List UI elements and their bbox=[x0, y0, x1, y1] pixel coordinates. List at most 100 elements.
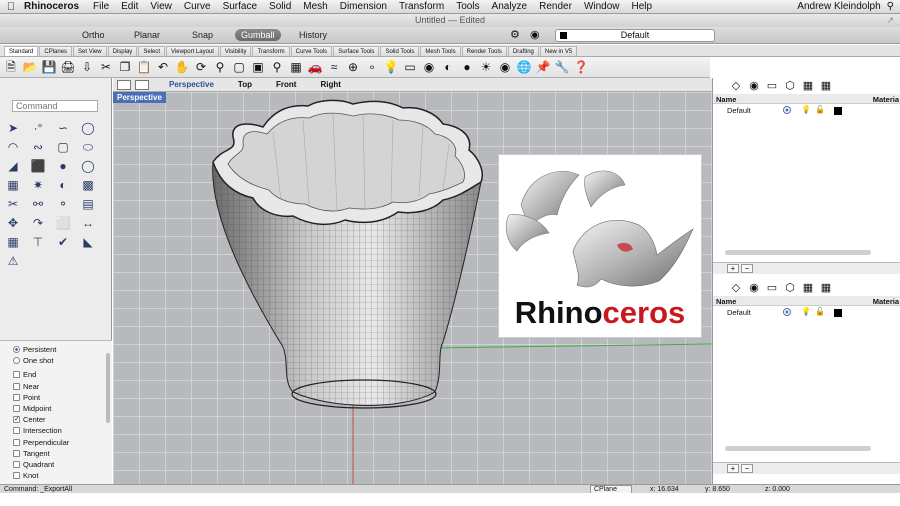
fillet-icon[interactable]: ↷ bbox=[29, 215, 47, 231]
tangent-checkbox[interactable] bbox=[13, 449, 20, 457]
fullscreen-icon[interactable]: ↗ bbox=[886, 14, 894, 27]
arc-icon[interactable]: ◠ bbox=[4, 139, 22, 155]
layers-scrollbar-2[interactable] bbox=[725, 446, 871, 451]
tab-cplanes[interactable]: CPlanes bbox=[39, 46, 73, 56]
remove-layer-button[interactable]: − bbox=[741, 264, 753, 273]
tab-visibility[interactable]: Visibility bbox=[219, 46, 252, 56]
tab-standard[interactable]: Standard bbox=[4, 46, 39, 56]
osnap-perpendicular[interactable]: Perpendicular bbox=[0, 437, 112, 448]
spotlight-search-icon[interactable]: ⚲ bbox=[887, 1, 894, 12]
gumball-toggle[interactable]: Gumball bbox=[235, 29, 281, 41]
polyline-icon[interactable]: ∽ bbox=[54, 120, 72, 136]
tab-curve-tools[interactable]: Curve Tools bbox=[290, 46, 333, 56]
extrude-icon[interactable]: ▦ bbox=[4, 177, 22, 193]
viewport-label[interactable]: Perspective bbox=[113, 92, 166, 103]
name-column-header-2[interactable]: Name bbox=[716, 297, 736, 306]
menu-edit[interactable]: Edit bbox=[115, 1, 144, 12]
current-layer-dropdown[interactable]: Default bbox=[555, 29, 715, 42]
toolbox-icon[interactable]: 🔧 bbox=[554, 59, 570, 75]
surface-patch-icon[interactable]: ◢ bbox=[4, 158, 22, 174]
ellipse-icon[interactable]: ⬭ bbox=[79, 139, 97, 155]
rectangle-icon[interactable]: ▢ bbox=[54, 139, 72, 155]
properties-panel-icon-2[interactable]: ◉ bbox=[748, 282, 760, 294]
add-layer-button[interactable]: + bbox=[727, 264, 739, 273]
help-icon[interactable]: ❓ bbox=[573, 59, 589, 75]
osnap-midpoint[interactable]: Midpoint bbox=[0, 403, 112, 414]
near-checkbox[interactable] bbox=[13, 382, 20, 390]
cylinder-icon[interactable]: ◯ bbox=[79, 158, 97, 174]
osnap-knot[interactable]: Knot bbox=[0, 470, 112, 481]
curve-icon[interactable]: ∾ bbox=[29, 139, 47, 155]
menu-file[interactable]: File bbox=[87, 1, 115, 12]
tab-viewport-layout[interactable]: Viewport Layout bbox=[166, 46, 219, 56]
tab-solid-tools[interactable]: Solid Tools bbox=[380, 46, 420, 56]
explode-icon[interactable]: ✷ bbox=[29, 177, 47, 193]
text-icon[interactable]: ⊤ bbox=[29, 234, 47, 250]
tab-render-tools[interactable]: Render Tools bbox=[461, 46, 507, 56]
app-menu[interactable]: Rhinoceros bbox=[22, 1, 87, 12]
display-panel-icon[interactable]: ▦ bbox=[820, 80, 832, 92]
osnap-tangent[interactable]: Tangent bbox=[0, 448, 112, 459]
menu-surface[interactable]: Surface bbox=[217, 1, 263, 12]
import-icon[interactable]: ⇩ bbox=[79, 59, 95, 75]
layer-filter-icon[interactable]: ⚙ bbox=[510, 29, 520, 41]
menu-help[interactable]: Help bbox=[626, 1, 659, 12]
intersection-checkbox[interactable] bbox=[13, 427, 20, 435]
named-views-icon[interactable]: ▦ bbox=[288, 59, 304, 75]
copy-icon[interactable]: ❐ bbox=[117, 59, 133, 75]
layer-row-default[interactable]: Default 💡 🔓 bbox=[713, 105, 900, 116]
properties-panel-icon[interactable]: ◉ bbox=[748, 80, 760, 92]
material-icon[interactable]: ◉ bbox=[497, 59, 513, 75]
boolean-icon[interactable]: ◐ bbox=[54, 177, 72, 193]
layer-lock-icon-2[interactable]: 🔓 bbox=[815, 307, 825, 316]
tab-surface-tools[interactable]: Surface Tools bbox=[333, 46, 380, 56]
rotate-view-icon[interactable]: ⟳ bbox=[193, 59, 209, 75]
menu-mesh[interactable]: Mesh bbox=[297, 1, 333, 12]
undo-icon[interactable]: ↶ bbox=[155, 59, 171, 75]
tab-front[interactable]: Front bbox=[264, 80, 308, 89]
snap-toggle[interactable]: Snap bbox=[186, 29, 219, 41]
point-icon[interactable]: ·° bbox=[29, 120, 47, 136]
knot-checkbox[interactable] bbox=[13, 472, 20, 480]
pan-hand-icon[interactable]: ✋ bbox=[174, 59, 190, 75]
document-panel-icon[interactable]: ▭ bbox=[766, 80, 778, 92]
new-file-icon[interactable]: 🗎 bbox=[3, 59, 19, 75]
apple-icon[interactable]:  bbox=[0, 1, 22, 13]
tab-perspective[interactable]: Perspective bbox=[157, 80, 226, 89]
tab-display[interactable]: Display bbox=[107, 46, 138, 56]
osnap-point[interactable]: Point bbox=[0, 392, 112, 403]
menu-window[interactable]: Window bbox=[578, 1, 626, 12]
osnap-near[interactable]: Near bbox=[0, 381, 112, 392]
display-panel-icon-2[interactable]: ▦ bbox=[820, 282, 832, 294]
transform-icon[interactable]: ⬜ bbox=[54, 215, 72, 231]
object-panel-icon[interactable]: ⬡ bbox=[784, 80, 796, 92]
circle-icon[interactable]: ◯ bbox=[79, 120, 97, 136]
osnap-center[interactable]: ✓ Center bbox=[0, 414, 112, 425]
viewport-layout-icon[interactable] bbox=[117, 79, 131, 90]
menu-render[interactable]: Render bbox=[533, 1, 578, 12]
osnap-end[interactable]: End bbox=[0, 369, 112, 380]
menu-analyze[interactable]: Analyze bbox=[486, 1, 534, 12]
box-solid-icon[interactable]: ⬛ bbox=[29, 158, 47, 174]
user-name[interactable]: Andrew Kleindolph bbox=[797, 1, 880, 12]
split-icon[interactable]: ⚬ bbox=[54, 196, 72, 212]
properties-icon[interactable]: ◉ bbox=[421, 59, 437, 75]
layers-scrollbar[interactable] bbox=[725, 250, 871, 255]
current-layer-radio-2[interactable] bbox=[783, 308, 791, 316]
pin-icon[interactable]: 📌 bbox=[535, 59, 551, 75]
osnap-intersection[interactable]: Intersection bbox=[0, 425, 112, 436]
add-layer-button-2[interactable]: + bbox=[727, 464, 739, 473]
group-icon[interactable]: ▤ bbox=[79, 196, 97, 212]
menu-dimension[interactable]: Dimension bbox=[334, 1, 393, 12]
layer-visible-icon-2[interactable]: 💡 bbox=[801, 307, 811, 316]
analyze-icon[interactable]: ◣ bbox=[79, 234, 97, 250]
point-checkbox[interactable] bbox=[13, 393, 20, 401]
perpendicular-checkbox[interactable] bbox=[13, 438, 20, 446]
osnap-scrollbar[interactable] bbox=[106, 353, 110, 423]
single-viewport-icon[interactable] bbox=[135, 79, 149, 90]
osnap-one-shot[interactable]: One shot bbox=[0, 355, 112, 366]
render-sphere-icon[interactable]: ● bbox=[459, 59, 475, 75]
zoom-window-icon[interactable]: ▢ bbox=[231, 59, 247, 75]
layer-color-icon-2[interactable] bbox=[834, 309, 842, 317]
quadrant-checkbox[interactable] bbox=[13, 460, 20, 468]
